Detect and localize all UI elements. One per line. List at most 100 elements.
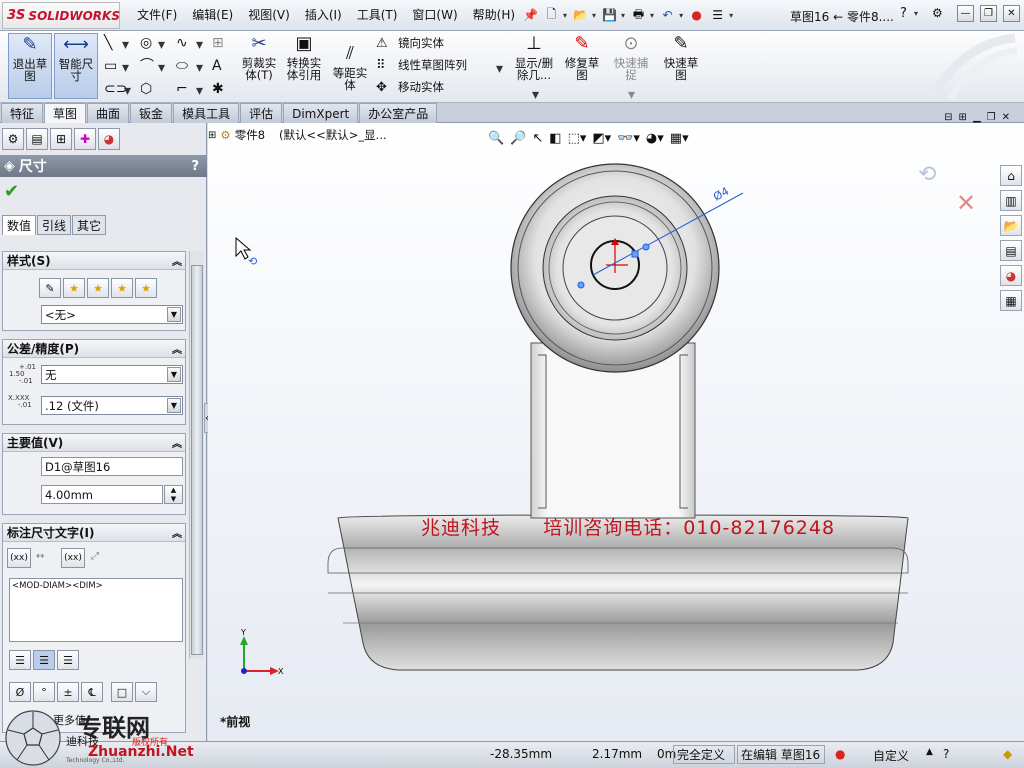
graphics-area[interactable]: ⊞ ⚙ 零件8 (默认<<默认>_显... 🔍 🔎 ↖ ◧ ⬚▾ ◩▾ 👓▾ ◕…	[208, 112, 1024, 741]
spline-caret-icon[interactable]: ▾	[196, 37, 203, 53]
print-caret-icon[interactable]: ▾	[650, 11, 654, 20]
pm-help-icon[interactable]: ?	[191, 159, 199, 174]
collapse-chevron-icon[interactable]: ︽	[172, 435, 182, 450]
pm-scroll-thumb[interactable]	[191, 265, 203, 655]
style-header[interactable]: 样式(S) ︽	[3, 252, 185, 270]
chevron-down-icon[interactable]: ▼	[167, 367, 181, 382]
style-select[interactable]: <无> ▼	[41, 305, 183, 324]
tolerance-type-select[interactable]: 无 ▼	[41, 365, 183, 384]
view-palette-icon[interactable]: ▤	[1000, 240, 1022, 261]
dimxpert-manager-icon[interactable]: ✚	[74, 128, 96, 150]
tab-mold-tools[interactable]: 模具工具	[173, 103, 240, 123]
menu-file[interactable]: 文件(F)	[137, 6, 177, 23]
confirmation-corner-exit-icon[interactable]: ⟲	[918, 162, 936, 187]
print-icon[interactable]: 🖶	[629, 6, 648, 24]
pattern-caret-icon[interactable]: ▾	[496, 61, 503, 77]
units-caret-icon[interactable]: ▲	[926, 747, 933, 757]
options-icon[interactable]: ☰	[708, 6, 727, 24]
menu-insert[interactable]: 插入(I)	[305, 6, 342, 23]
line-icon[interactable]: ╲	[104, 35, 112, 51]
fillet-icon[interactable]: ⌐	[176, 81, 188, 97]
chevron-down-icon[interactable]: ▼	[167, 307, 181, 322]
delete-style-icon[interactable]: ★	[87, 278, 109, 298]
subtab-leaders[interactable]: 引线	[37, 215, 72, 235]
dimension-text-area[interactable]: <MOD-DIAM><DIM>	[9, 578, 183, 642]
tab-office-products[interactable]: 办公室产品	[359, 103, 438, 123]
diameter-symbol-icon[interactable]: Ø	[9, 682, 31, 702]
dimension-arrow-handle[interactable]	[577, 281, 585, 289]
viewport-split-icon[interactable]: ⊟	[944, 112, 952, 123]
confirmation-corner-cancel-icon[interactable]: ✕	[956, 189, 976, 217]
align-left-icon[interactable]: ☰	[9, 650, 31, 670]
design-library-icon[interactable]: ▥	[1000, 190, 1022, 211]
units-selector[interactable]: 自定义	[873, 747, 909, 764]
repair-sketch-button[interactable]: ✎ 修复草 图	[561, 33, 603, 99]
fillet-caret-icon[interactable]: ▾	[196, 83, 203, 99]
square-symbol-icon[interactable]: □	[111, 682, 133, 702]
help-question-icon[interactable]: ?	[943, 747, 949, 761]
open-folder-icon[interactable]: 📂	[571, 6, 590, 24]
solidworks-logo[interactable]: 3S SOLIDWORKS	[2, 2, 120, 29]
rebuild-traffic-light-icon[interactable]: ●	[687, 6, 706, 24]
appearances-icon[interactable]: ◕	[1000, 265, 1022, 286]
tab-dimxpert[interactable]: DimXpert	[283, 103, 359, 123]
display-manager-icon[interactable]: ◕	[98, 128, 120, 150]
add-style-icon[interactable]: ★	[63, 278, 85, 298]
offset-entities-button[interactable]: ⫽ 等距实 体	[328, 43, 372, 109]
minimize-icon[interactable]: —	[957, 5, 974, 22]
save-style-icon[interactable]: ★	[111, 278, 133, 298]
subtab-other[interactable]: 其它	[72, 215, 107, 235]
smart-dimension-button[interactable]: ⟷ 智能尺 寸	[54, 33, 98, 99]
collapse-chevron-icon[interactable]: ︽	[172, 341, 182, 356]
line-caret-icon[interactable]: ▾	[122, 37, 129, 53]
rectangle-caret-icon[interactable]: ▾	[122, 60, 129, 76]
ok-check-icon[interactable]: ✔	[4, 181, 19, 202]
undo-caret-icon[interactable]: ▾	[679, 11, 683, 20]
dimension-handle[interactable]	[631, 250, 639, 258]
new-caret-icon[interactable]: ▾	[563, 11, 567, 20]
precision-select[interactable]: .12 (文件) ▼	[41, 396, 183, 415]
dimension-value-field[interactable]: 4.00mm	[41, 485, 163, 504]
circle-icon[interactable]: ◎	[140, 35, 152, 51]
help-caret-icon[interactable]: ▾	[914, 9, 918, 18]
pin-icon[interactable]: 📌	[521, 6, 540, 24]
convert-entities-button[interactable]: ▣ 转换实 体引用	[283, 33, 325, 99]
load-style-icon[interactable]: ★	[135, 278, 157, 298]
feature-manager-icon[interactable]: ⚙	[2, 128, 24, 150]
offset-text-icon[interactable]: ⤢	[91, 551, 99, 562]
tab-sketch[interactable]: 草图	[44, 103, 87, 123]
pm-scrollbar[interactable]	[189, 251, 204, 659]
chevron-down-icon[interactable]: ▼	[167, 398, 181, 413]
help-icon[interactable]: ?	[900, 6, 907, 21]
mirror-entities-button[interactable]: ⚠ 镜向实体	[376, 35, 444, 51]
dimension-text-header[interactable]: 标注尺寸文字(I) ︽	[3, 524, 185, 542]
arc-icon[interactable]: ⌒	[140, 58, 154, 74]
tab-surfaces[interactable]: 曲面	[87, 103, 130, 123]
text-icon[interactable]: A	[212, 58, 222, 74]
linear-pattern-button[interactable]: ⠿ 线性草图阵列	[376, 57, 467, 73]
relations-caret-icon[interactable]: ▾	[532, 87, 539, 103]
menu-view[interactable]: 视图(V)	[248, 6, 290, 23]
menu-window[interactable]: 窗口(W)	[412, 6, 457, 23]
menu-tools[interactable]: 工具(T)	[357, 6, 398, 23]
menu-help[interactable]: 帮助(H)	[473, 6, 515, 23]
save-icon[interactable]: 💾	[600, 6, 619, 24]
ellipse-caret-icon[interactable]: ▾	[196, 60, 203, 76]
file-explorer-icon[interactable]: 📂	[1000, 215, 1022, 236]
more-symbols-icon[interactable]: ⌵	[135, 682, 157, 702]
plus-minus-icon[interactable]: ±	[57, 682, 79, 702]
home-icon[interactable]: ⌂	[1000, 165, 1022, 186]
rapid-sketch-button[interactable]: ✎ 快速草 图	[660, 33, 702, 99]
menu-edit[interactable]: 编辑(E)	[192, 6, 233, 23]
viewport-tile-icon[interactable]: ⊞	[959, 112, 967, 123]
undo-icon[interactable]: ↶	[658, 6, 677, 24]
property-manager-icon[interactable]: ▤	[26, 128, 48, 150]
inspection-dimension-button[interactable]: (xx)	[61, 548, 85, 568]
restore-icon[interactable]: ❐	[980, 5, 997, 22]
align-right-icon[interactable]: ☰	[57, 650, 79, 670]
configuration-manager-icon[interactable]: ⊞	[50, 128, 72, 150]
ellipse-icon[interactable]: ⬭	[176, 58, 188, 74]
slot-caret-icon[interactable]: ▾	[124, 83, 131, 99]
arc-caret-icon[interactable]: ▾	[158, 60, 165, 76]
tab-sheet-metal[interactable]: 钣金	[130, 103, 173, 123]
